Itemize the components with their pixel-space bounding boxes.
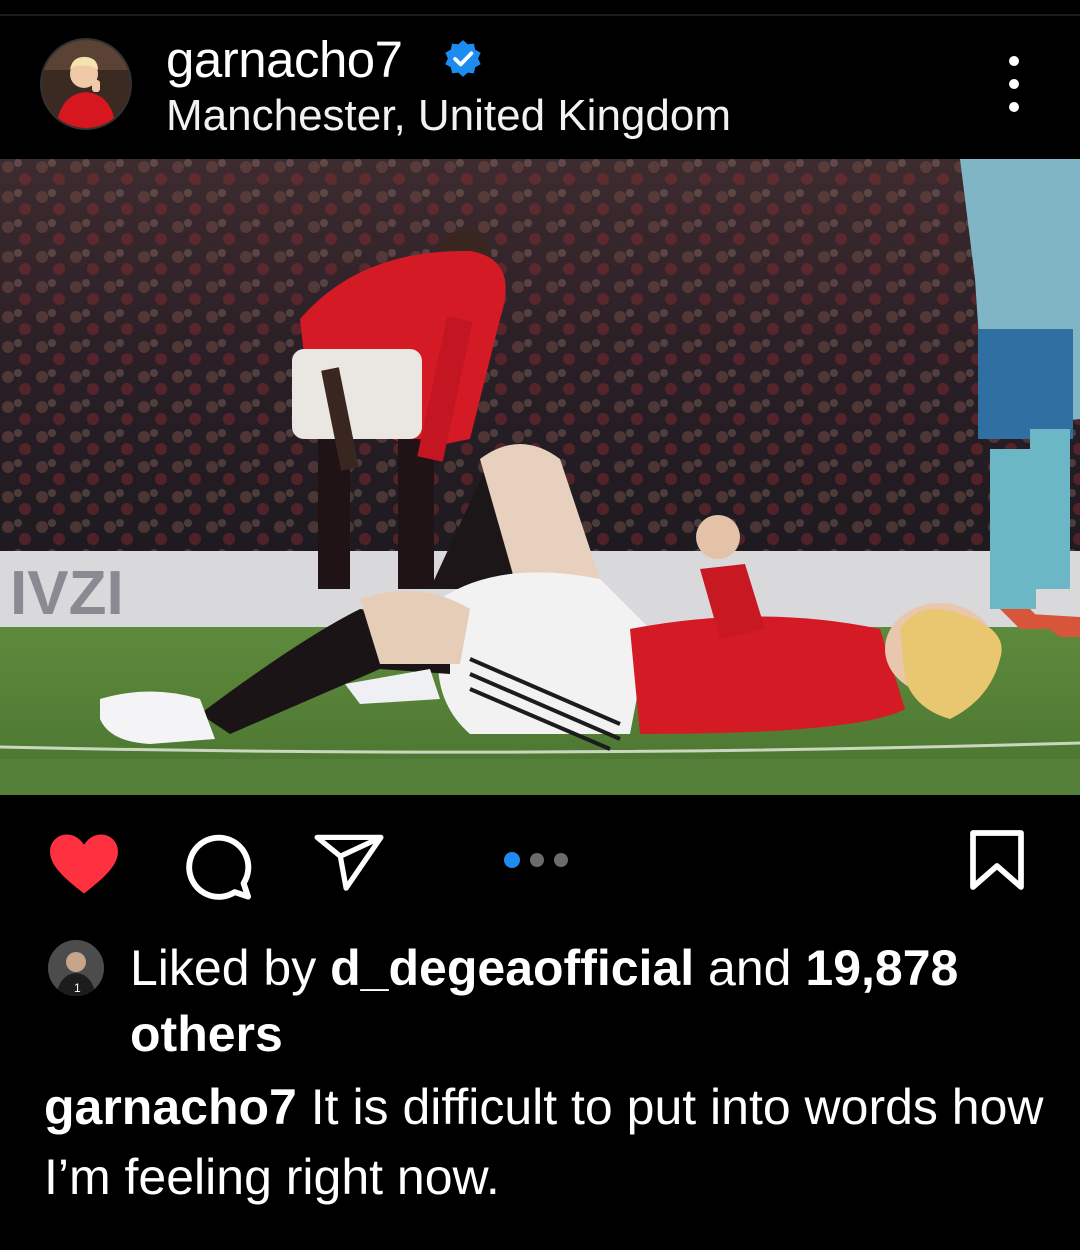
likes-prefix: Liked by [130,940,317,996]
likes-others[interactable]: others [130,1006,283,1062]
svg-text:IVZI: IVZI [10,559,124,628]
carousel-dot [530,853,544,867]
likes-text: Liked by d_degeaofficial and 19,878 othe… [130,935,1050,1067]
post-username[interactable]: garnacho7 [166,34,403,85]
carousel-indicator [504,852,568,868]
post-caption: garnacho7 It is difficult to put into wo… [44,1072,1044,1212]
post-location[interactable]: Manchester, United Kingdom [166,94,731,138]
likes-count[interactable]: 19,878 [805,940,958,996]
liker-username[interactable]: d_degeaofficial [330,940,694,996]
heart-icon[interactable] [48,833,120,895]
likes-summary[interactable]: 1 Liked by d_degeaofficial and 19,878 ot… [0,925,1080,1065]
carousel-dot-active [504,852,520,868]
post-action-bar [0,795,1080,925]
caption-username[interactable]: garnacho7 [44,1079,297,1135]
svg-text:1: 1 [74,981,81,995]
liker-avatar[interactable]: 1 [48,940,104,996]
carousel-dot [554,853,568,867]
post-header: garnacho7 Manchester, United Kingdom [0,16,1080,159]
more-vertical-icon[interactable] [996,56,1032,112]
post-photo[interactable]: IVZI [0,159,1080,795]
bookmark-icon[interactable] [970,830,1024,890]
verified-badge-icon [445,40,481,77]
paper-plane-icon[interactable] [314,833,384,891]
profile-avatar[interactable] [42,40,130,128]
likes-connector: and [708,940,792,996]
comment-icon[interactable] [182,833,252,901]
